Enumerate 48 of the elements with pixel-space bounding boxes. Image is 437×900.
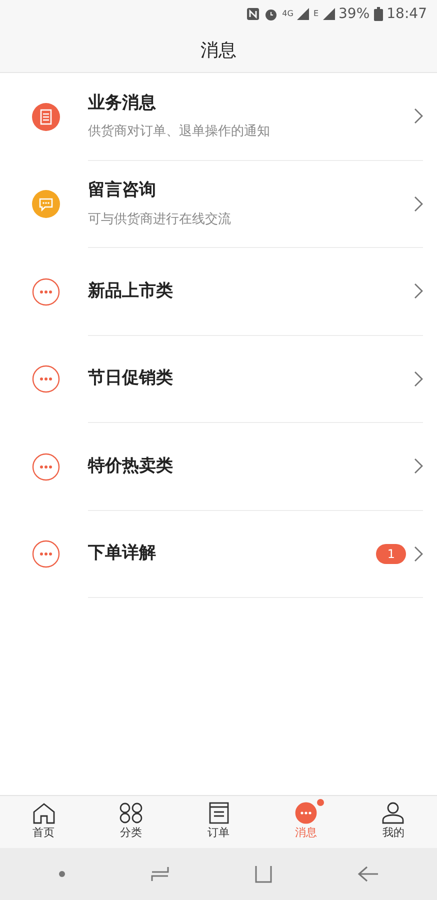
message-title: 节日促销类 bbox=[88, 367, 174, 390]
page-title: 消息 bbox=[200, 38, 236, 62]
unread-count: 1 bbox=[376, 544, 406, 564]
alarm-icon bbox=[264, 7, 278, 21]
home-icon bbox=[32, 802, 56, 824]
message-title: 新品上市类 bbox=[88, 280, 174, 302]
tab-button[interactable]: 分类 bbox=[87, 796, 175, 848]
more-icon bbox=[32, 278, 60, 306]
nfc-icon bbox=[246, 7, 260, 21]
message-item[interactable]: 特价热卖类 bbox=[0, 423, 437, 510]
message-title: 下单详解 bbox=[88, 542, 157, 565]
person-icon bbox=[381, 802, 406, 824]
home-icon[interactable] bbox=[253, 864, 274, 884]
message-description: 可与供货商进行在线交流 bbox=[88, 210, 232, 229]
chevron-right-icon bbox=[414, 108, 423, 124]
tab-button[interactable]: 首页 bbox=[0, 796, 88, 848]
message-item[interactable]: 节日促销类 bbox=[0, 336, 437, 423]
message-description: 供货商对订单、退单操作的通知 bbox=[88, 123, 271, 142]
clock: 18:47 bbox=[386, 4, 427, 24]
network-label: 4G bbox=[282, 8, 294, 20]
message-icon bbox=[294, 802, 318, 824]
chevron-right-icon bbox=[414, 196, 423, 212]
category-icon bbox=[119, 802, 144, 824]
tab-button[interactable]: 订单 bbox=[174, 796, 262, 848]
tab-button[interactable]: 我的 bbox=[350, 796, 437, 848]
message-item[interactable]: 留言咨询 可与供货商进行在线交流 bbox=[0, 160, 437, 248]
battery-percent: 39% bbox=[338, 4, 370, 24]
chevron-right-icon bbox=[414, 546, 423, 562]
message-item[interactable]: 新品上市类 bbox=[0, 248, 437, 336]
message-item[interactable]: 下单详解 1 bbox=[0, 510, 437, 598]
back-icon[interactable] bbox=[357, 864, 380, 884]
signal-icon bbox=[322, 8, 335, 20]
recents-icon[interactable] bbox=[150, 864, 170, 884]
battery-icon bbox=[374, 7, 383, 21]
more-icon bbox=[32, 452, 60, 481]
more-icon bbox=[32, 540, 60, 568]
dot-icon[interactable] bbox=[58, 870, 66, 878]
message-item[interactable]: 业务消息 供货商对订单、退单操作的通知 bbox=[0, 73, 437, 160]
chevron-right-icon bbox=[414, 370, 423, 387]
chevron-right-icon bbox=[414, 458, 423, 474]
chevron-right-icon bbox=[414, 283, 423, 300]
message-title: 业务消息 bbox=[88, 92, 157, 115]
network-label: E bbox=[313, 8, 319, 20]
signal-icon bbox=[297, 8, 310, 20]
more-icon bbox=[32, 365, 60, 394]
message-title: 特价热卖类 bbox=[88, 454, 174, 478]
message-title: 留言咨询 bbox=[88, 179, 157, 202]
order-icon bbox=[206, 802, 231, 824]
